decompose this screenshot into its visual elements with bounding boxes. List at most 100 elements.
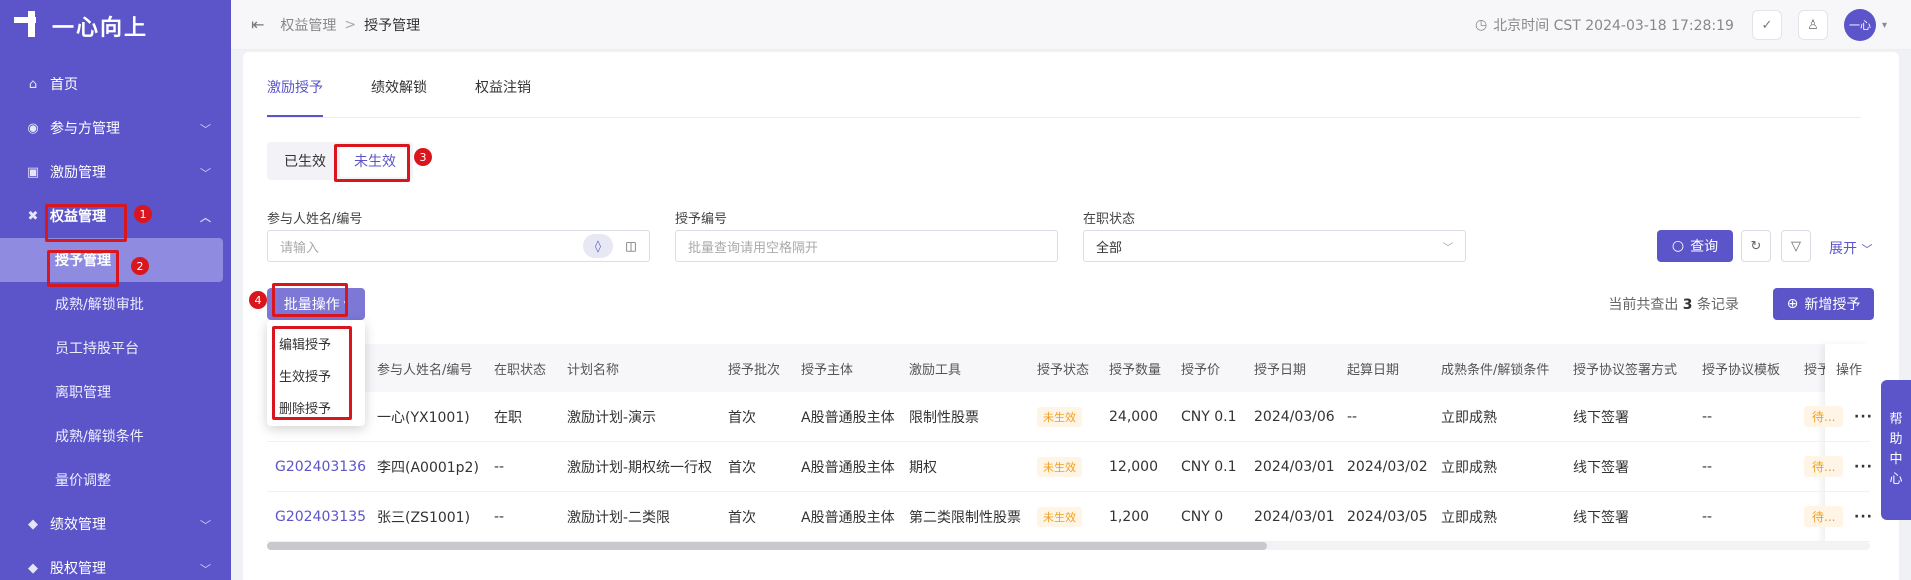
status-badge: 未生效 — [1037, 506, 1082, 527]
search-icon: ○ — [1671, 238, 1685, 254]
shirt-icon[interactable]: ♙ — [1797, 10, 1828, 40]
home-icon: ⌂ — [28, 76, 38, 92]
name-label: 参与人姓名/编号 — [267, 212, 363, 227]
help-center-tab[interactable]: 帮 助 中 心 — [1881, 380, 1911, 520]
sidebar-sub-price-adjust[interactable]: 量价调整 — [0, 458, 231, 502]
expand-button[interactable]: 展开 ﹀ — [1829, 238, 1872, 258]
cell-price: CNY 0.1 — [1181, 408, 1237, 425]
tab-performance-unlock[interactable]: 绩效解锁 — [371, 77, 427, 117]
sidebar-item-incentive[interactable]: ▣ 激励管理 ﹀ — [0, 150, 231, 194]
cell-participant: 李四(A0001p2) — [377, 459, 479, 476]
collapse-menu-icon[interactable]: ⇤ — [251, 15, 264, 34]
chevron-down-icon[interactable]: ▾ — [1882, 20, 1887, 31]
scrollbar-thumb[interactable] — [267, 542, 1267, 550]
sidebar-item-label: 股权管理 — [50, 561, 106, 577]
chevron-down-icon: ﹀ — [200, 167, 211, 180]
employment-status-select[interactable]: 全部 ﹀ — [1083, 230, 1466, 262]
more-icon[interactable]: ··· — [1854, 492, 1873, 541]
col-date: 授予日期 — [1254, 362, 1307, 378]
tab-bar: 激励授予 绩效解锁 权益注销 — [267, 52, 1861, 118]
query-button[interactable]: ○ 查询 — [1657, 230, 1733, 262]
tab-rights-cancel[interactable]: 权益注销 — [475, 77, 531, 117]
sidebar-item-home[interactable]: ⌂ 首页 — [0, 62, 231, 106]
col-plan: 计划名称 — [567, 362, 620, 378]
sidebar-item-participants[interactable]: ◉ 参与方管理 ﹀ — [0, 106, 231, 150]
logo-mark-icon — [14, 11, 44, 41]
cell-start: 2024/03/02 — [1347, 458, 1428, 475]
cell-price: CNY 0 — [1181, 508, 1224, 525]
exact-search-icon[interactable]: ◫ — [619, 239, 643, 253]
sidebar-sub-label: 成熟/解锁条件 — [55, 429, 144, 445]
employment-status-label: 在职状态 — [1083, 212, 1136, 227]
col-state: 授予状态 — [1037, 362, 1090, 378]
name-input[interactable]: 请输入 ◊ ◫ — [267, 230, 650, 262]
avatar[interactable]: 一心 — [1843, 9, 1876, 41]
logo[interactable]: 一心向上 — [0, 0, 231, 52]
plus-icon: ⊕ — [1786, 296, 1799, 312]
more-icon[interactable]: ··· — [1854, 442, 1873, 491]
filter-button[interactable]: ▽ — [1781, 230, 1811, 262]
cell-template: -- — [1702, 458, 1713, 475]
col-employment: 在职状态 — [494, 362, 547, 378]
table-row[interactable]: G202403135 张三(ZS1001) -- 激励计划-二类限 首次 A股普… — [267, 492, 1873, 542]
help-char: 中 — [1889, 452, 1903, 467]
sidebar-item-performance[interactable]: ◆ 绩效管理 ﹀ — [0, 502, 231, 546]
breadcrumb-separator-icon: > — [344, 16, 357, 33]
grant-no-link[interactable]: G202403135 — [275, 492, 366, 541]
segment-effective[interactable]: 已生效 — [270, 145, 340, 177]
server-clock: 北京时间 CST 2024-03-18 17:28:19 — [1493, 18, 1734, 34]
sidebar-sub-resignation[interactable]: 离职管理 — [0, 370, 231, 414]
highlight-box-3 — [334, 144, 410, 182]
record-number: 3 — [1682, 297, 1693, 313]
grant-no-link[interactable]: G202403136 — [275, 442, 366, 491]
header-right: ◷ 北京时间 CST 2024-03-18 17:28:19 ✓ ♙ 一心 ▾ — [1475, 0, 1887, 50]
more-icon[interactable]: ··· — [1854, 392, 1873, 441]
cell-qty: 12,000 — [1109, 458, 1158, 475]
expand-label: 展开 — [1829, 241, 1857, 257]
chevron-down-icon: ﹀ — [200, 563, 211, 576]
cell-date: 2024/03/01 — [1254, 508, 1335, 525]
col-tool: 激励工具 — [909, 362, 962, 378]
cell-batch: 首次 — [728, 459, 756, 476]
horizontal-scrollbar[interactable] — [267, 542, 1870, 550]
grant-no-input[interactable]: 批量查询请用空格隔开 — [675, 230, 1058, 262]
col-qty: 授予数量 — [1109, 362, 1162, 378]
cell-cond: 立即成熟 — [1441, 509, 1497, 526]
add-grant-label: 新增授予 — [1804, 297, 1861, 313]
sidebar-sub-vesting-approval[interactable]: 成熟/解锁审批 — [0, 282, 231, 326]
cell-employment: 在职 — [494, 409, 522, 426]
task-icon[interactable]: ✓ — [1751, 10, 1782, 40]
cell-qty: 1,200 — [1109, 508, 1150, 525]
table-row[interactable]: 一心(YX1001) 在职 激励计划-演示 首次 A股普通股主体 限制性股票 未… — [267, 392, 1873, 442]
status-badge: 未生效 — [1037, 406, 1082, 427]
breadcrumb-parent[interactable]: 权益管理 — [280, 15, 336, 35]
cell-sign: 线下签署 — [1573, 509, 1629, 526]
highlight-box-2 — [47, 250, 119, 287]
cell-start: 2024/03/05 — [1347, 508, 1428, 525]
pending-badge: 待... — [1804, 406, 1844, 427]
filter-icon: ▽ — [1791, 238, 1801, 254]
cell-tool: 第二类限制性股票 — [909, 509, 1021, 526]
rights-icon: ✖ — [27, 208, 39, 224]
cell-plan: 激励计划-期权统一行权 — [567, 459, 713, 476]
tab-incentive-grant[interactable]: 激励授予 — [267, 77, 323, 117]
add-grant-button[interactable]: ⊕ 新增授予 — [1773, 288, 1874, 320]
grant-no-label: 授予编号 — [675, 212, 728, 227]
fuzzy-search-icon[interactable]: ◊ — [583, 234, 613, 258]
chevron-down-icon: ﹀ — [1443, 243, 1453, 254]
grant-no-placeholder: 批量查询请用空格隔开 — [688, 240, 819, 256]
table-row[interactable]: G202403136 李四(A0001p2) -- 激励计划-期权统一行权 首次… — [267, 442, 1873, 492]
sidebar-sub-label: 员工持股平台 — [55, 341, 139, 357]
incentive-icon: ▣ — [26, 164, 40, 180]
step-number-4: 4 — [249, 291, 267, 309]
sidebar-item-equity[interactable]: ◆ 股权管理 ﹀ — [0, 546, 231, 580]
sidebar-sub-esop-platform[interactable]: 员工持股平台 — [0, 326, 231, 370]
col-entity: 授予主体 — [801, 362, 854, 378]
reset-button[interactable]: ↻ — [1741, 230, 1771, 262]
chevron-down-icon: ﹀ — [1861, 243, 1873, 256]
sidebar-sub-vesting-conditions[interactable]: 成熟/解锁条件 — [0, 414, 231, 458]
chevron-down-icon: ﹀ — [200, 519, 211, 532]
step-number-1: 1 — [134, 205, 152, 223]
cell-tool: 限制性股票 — [909, 409, 979, 426]
cell-employment: -- — [494, 508, 505, 525]
